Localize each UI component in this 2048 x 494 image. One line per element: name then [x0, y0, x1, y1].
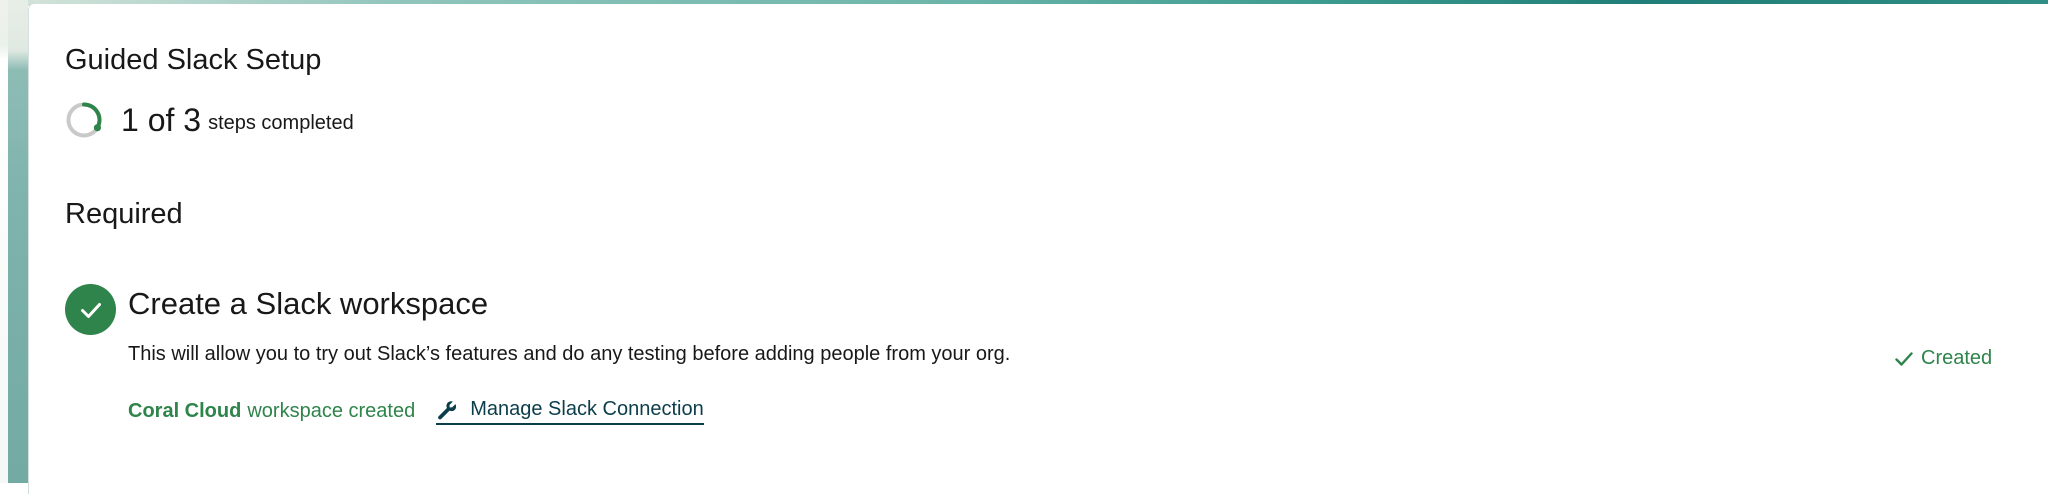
progress-ring-icon [66, 102, 102, 138]
progress-label: steps completed [208, 111, 354, 134]
workspace-status: workspace created [247, 400, 416, 422]
background-left-band [0, 0, 28, 483]
step-description: This will allow you to try out Slack’s f… [128, 343, 1011, 365]
step-state-label: Created [1921, 347, 1993, 369]
manage-slack-connection-link[interactable]: Manage Slack Connection [436, 398, 704, 425]
workspace-result: Coral Cloud workspace created Manage Sla… [128, 398, 704, 425]
section-heading-required: Required [65, 198, 183, 230]
step-title: Create a Slack workspace [128, 286, 489, 321]
wrench-icon [438, 400, 457, 419]
step-state-created: Created [1894, 347, 1992, 370]
page-title: Guided Slack Setup [65, 44, 322, 76]
check-icon [80, 302, 101, 318]
check-icon [1895, 351, 1913, 366]
progress-count: 1 of 3 [121, 101, 202, 138]
workspace-name: Coral Cloud [128, 400, 242, 422]
manage-slack-connection-label: Manage Slack Connection [470, 398, 704, 420]
step-complete-check-icon [65, 284, 116, 335]
progress-indicator: 1 of 3 steps completed [65, 100, 354, 140]
